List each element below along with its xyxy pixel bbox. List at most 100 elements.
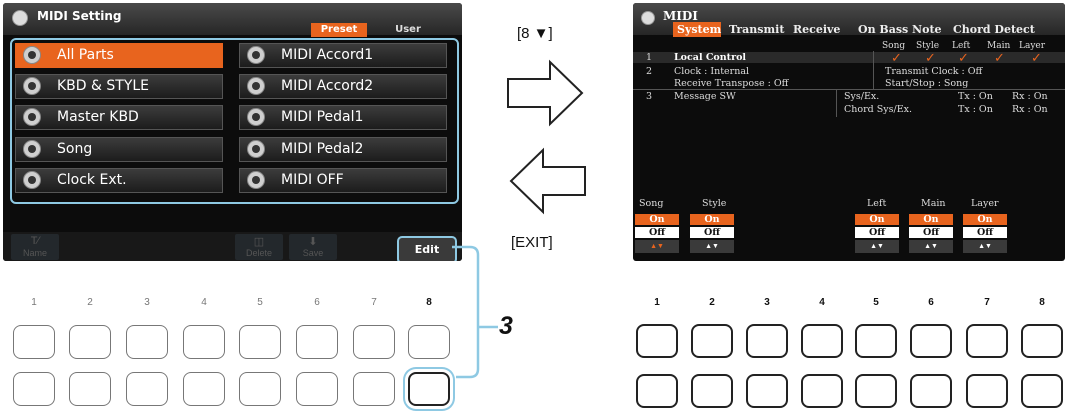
arrow-left-icon <box>509 147 586 215</box>
hint-exit: [EXIT] <box>511 234 553 251</box>
left-panel-button-8-up[interactable] <box>408 325 450 359</box>
left-panel-button-4-down[interactable] <box>183 372 225 406</box>
left-panel-button-3-up[interactable] <box>126 325 168 359</box>
up-down-arrows-icon[interactable]: ▲▼ <box>690 240 734 253</box>
left-panel-button-4-up[interactable] <box>183 325 225 359</box>
up-down-arrows-icon[interactable]: ▲▼ <box>635 240 679 253</box>
arrow-right-icon <box>507 59 584 127</box>
param-label: Style <box>702 198 727 209</box>
divider <box>633 89 1065 90</box>
button-number: 1 <box>654 297 660 308</box>
row-label: Message SW <box>674 91 736 102</box>
button-number: 3 <box>144 297 150 308</box>
up-down-arrows-icon[interactable]: ▲▼ <box>909 240 953 253</box>
button-number: 3 <box>764 297 770 308</box>
button-number: 2 <box>87 297 93 308</box>
button-number: 8 <box>426 297 432 308</box>
sysex-label: Sys/Ex. <box>844 91 880 102</box>
option-on[interactable]: On <box>635 214 679 225</box>
right-panel-button-1-down[interactable] <box>636 374 678 408</box>
button-number: 2 <box>709 297 715 308</box>
right-panel-button-1-up[interactable] <box>636 324 678 358</box>
right-panel-button-5-up[interactable] <box>855 324 897 358</box>
row-receive-transpose[interactable]: Receive Transpose : Off Start/Stop : Son… <box>633 78 1065 89</box>
callout-connector <box>452 245 480 379</box>
left-panel-button-8-down[interactable] <box>408 372 450 406</box>
left-panel-button-6-down[interactable] <box>296 372 338 406</box>
right-panel-button-2-up[interactable] <box>691 324 733 358</box>
check-icon: ✓ <box>1031 50 1042 65</box>
right-panel-button-5-down[interactable] <box>855 374 897 408</box>
divider <box>873 51 874 89</box>
left-panel-button-1-up[interactable] <box>13 325 55 359</box>
button-number: 6 <box>314 297 320 308</box>
button-number: 4 <box>201 297 207 308</box>
check-icon: ✓ <box>994 50 1005 65</box>
left-panel-button-3-down[interactable] <box>126 372 168 406</box>
up-down-arrows-icon[interactable]: ▲▼ <box>855 240 899 253</box>
sysex-tx-value: Tx : On <box>958 91 993 102</box>
option-on[interactable]: On <box>690 214 734 225</box>
left-panel-button-2-down[interactable] <box>69 372 111 406</box>
tab-system[interactable]: System <box>673 22 721 37</box>
option-on[interactable]: On <box>963 214 1007 225</box>
up-down-arrows-icon[interactable]: ▲▼ <box>963 240 1007 253</box>
music-note-icon <box>641 11 655 25</box>
option-on[interactable]: On <box>855 214 899 225</box>
button-number: 6 <box>928 297 934 308</box>
left-panel-button-6-up[interactable] <box>296 325 338 359</box>
row-label: Receive Transpose : Off <box>674 78 789 89</box>
left-panel-button-5-up[interactable] <box>239 325 281 359</box>
right-panel-button-4-up[interactable] <box>801 324 843 358</box>
row-number: 3 <box>646 91 653 102</box>
right-panel-button-4-down[interactable] <box>801 374 843 408</box>
right-panel-button-7-up[interactable] <box>966 324 1008 358</box>
left-panel-button-1-down[interactable] <box>13 372 55 406</box>
tab-receive[interactable]: Receive <box>793 22 840 37</box>
option-off[interactable]: Off <box>635 227 679 238</box>
transmit-clock-value: Transmit Clock : Off <box>885 66 983 77</box>
row-number: 1 <box>646 52 653 63</box>
check-icon: ✓ <box>891 50 902 65</box>
tab-transmit[interactable]: Transmit <box>729 22 784 37</box>
button-number: 5 <box>873 297 879 308</box>
button-number: 7 <box>371 297 377 308</box>
right-panel-button-6-up[interactable] <box>910 324 952 358</box>
param-label: Layer <box>971 198 999 209</box>
tab-on-bass-note[interactable]: On Bass Note <box>858 22 942 37</box>
option-on[interactable]: On <box>909 214 953 225</box>
left-panel-button-5-down[interactable] <box>239 372 281 406</box>
option-off[interactable]: Off <box>855 227 899 238</box>
right-panel-button-8-up[interactable] <box>1021 324 1063 358</box>
option-off[interactable]: Off <box>909 227 953 238</box>
button-number: 8 <box>1039 297 1045 308</box>
button-number: 4 <box>819 297 825 308</box>
row-message-sw[interactable]: 3 Message SW Sys/Ex. Tx : On Rx : On <box>633 91 1065 102</box>
left-panel-button-2-up[interactable] <box>69 325 111 359</box>
row-chord-sysex[interactable]: Chord Sys/Ex. Tx : On Rx : On <box>633 104 1065 115</box>
button-number: 5 <box>257 297 263 308</box>
divider <box>836 89 837 117</box>
row-number: 2 <box>646 66 653 77</box>
row-label: Clock : Internal <box>674 66 750 77</box>
button-number: 1 <box>31 297 37 308</box>
option-off[interactable]: Off <box>963 227 1007 238</box>
step-number: 3 <box>499 312 513 340</box>
option-off[interactable]: Off <box>690 227 734 238</box>
left-panel-button-7-up[interactable] <box>353 325 395 359</box>
right-panel-button-3-down[interactable] <box>746 374 788 408</box>
tab-chord-detect[interactable]: Chord Detect <box>953 22 1035 37</box>
button-number: 7 <box>984 297 990 308</box>
right-panel-button-2-down[interactable] <box>691 374 733 408</box>
row-clock[interactable]: 2 Clock : Internal Transmit Clock : Off <box>633 66 1065 77</box>
row-label: Local Control <box>674 52 747 63</box>
left-panel-button-7-down[interactable] <box>353 372 395 406</box>
right-panel-button-3-up[interactable] <box>746 324 788 358</box>
param-label: Main <box>921 198 946 209</box>
row-local-control[interactable]: 1 Local Control ✓ ✓ ✓ ✓ ✓ <box>633 50 1065 65</box>
right-panel-button-7-down[interactable] <box>966 374 1008 408</box>
right-panel-button-6-down[interactable] <box>910 374 952 408</box>
hint-button-8-down: [8 ▼] <box>517 25 553 42</box>
right-panel-button-8-down[interactable] <box>1021 374 1063 408</box>
screen-title: MIDI <box>663 9 698 23</box>
